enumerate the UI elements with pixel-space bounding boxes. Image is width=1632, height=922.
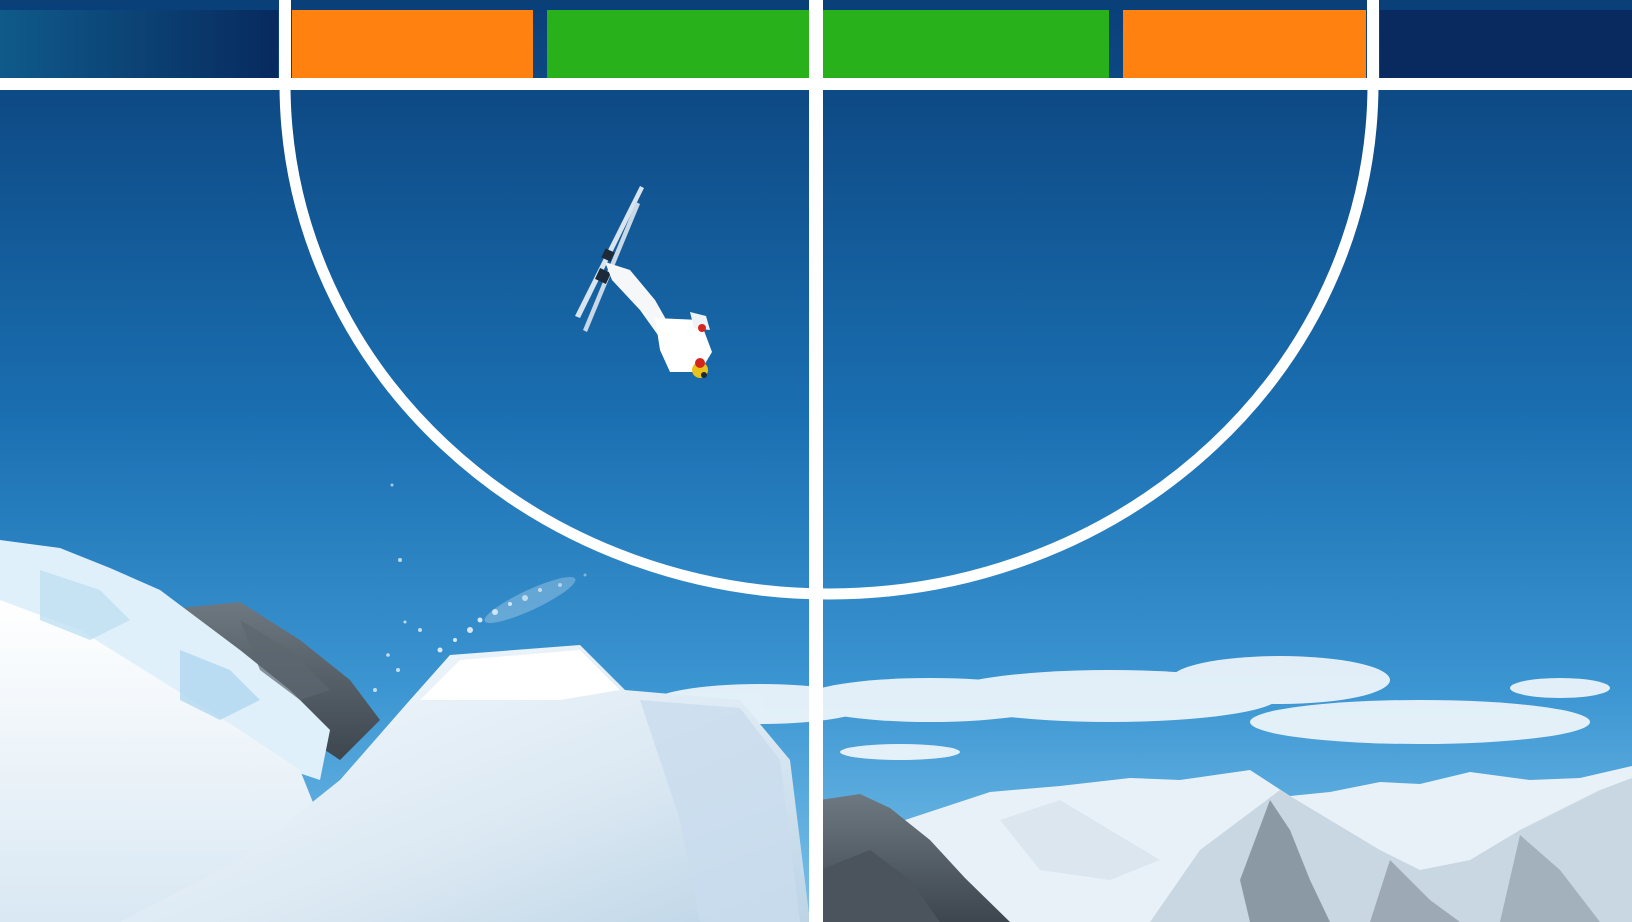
tile-orange-right <box>1123 10 1366 78</box>
tile-row <box>292 10 1366 78</box>
tile-orange-left <box>292 10 533 78</box>
ski-scene <box>0 0 1632 922</box>
tile-green-left <box>547 10 809 78</box>
tile-green-right <box>823 10 1109 78</box>
photo-frame <box>0 0 1632 922</box>
